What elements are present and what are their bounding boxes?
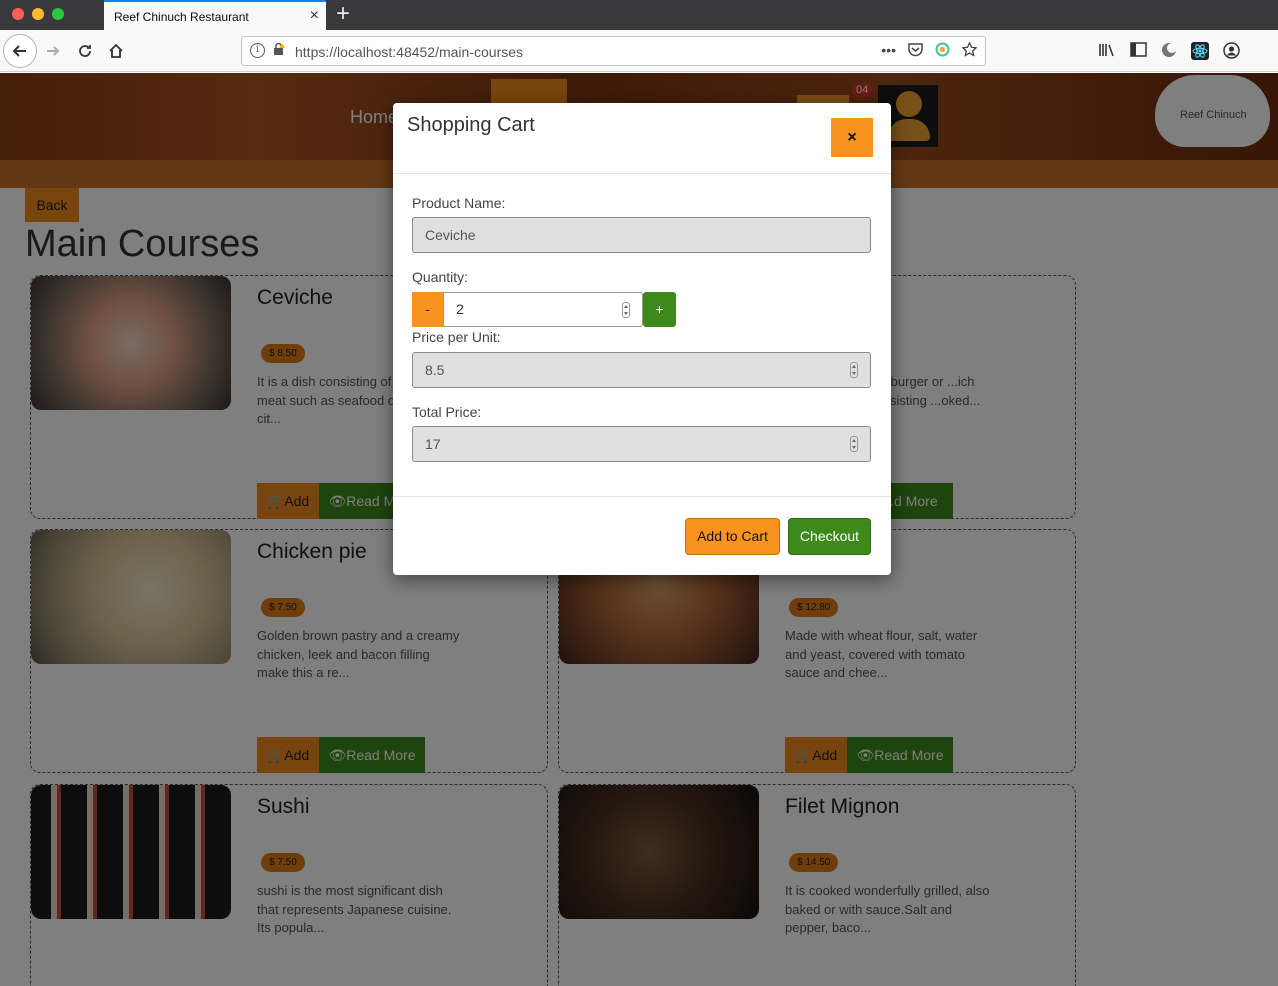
checkout-button[interactable]: Checkout bbox=[788, 518, 871, 555]
total-price-label: Total Price: bbox=[412, 404, 482, 420]
account-icon[interactable] bbox=[1223, 42, 1240, 64]
price-per-unit-value: 8.5 bbox=[425, 362, 445, 378]
close-button[interactable]: × bbox=[831, 118, 873, 157]
react-icon[interactable] bbox=[1191, 42, 1209, 64]
product-name-label: Product Name: bbox=[412, 195, 506, 211]
price-per-unit-label: Price per Unit: bbox=[412, 329, 501, 345]
tab-close-icon[interactable]: × bbox=[310, 7, 319, 25]
url-text[interactable]: https://localhost:48452/main-courses bbox=[295, 44, 523, 60]
shopping-cart-modal: Shopping Cart × Product Name: Ceviche Qu… bbox=[393, 103, 891, 575]
more-icon[interactable]: ••• bbox=[881, 42, 896, 60]
sidebar-icon[interactable] bbox=[1130, 42, 1147, 64]
lock-icon[interactable] bbox=[272, 42, 285, 59]
total-price-value: 17 bbox=[425, 436, 441, 452]
new-tab-icon[interactable]: + bbox=[336, 1, 350, 27]
modal-title: Shopping Cart bbox=[407, 114, 535, 136]
window-zoom-icon[interactable] bbox=[52, 8, 64, 20]
info-icon[interactable]: i bbox=[250, 43, 265, 58]
reload-icon[interactable] bbox=[70, 36, 100, 66]
product-name-field[interactable]: Ceviche bbox=[412, 217, 871, 253]
window-close-icon[interactable] bbox=[12, 8, 24, 20]
browser-tab[interactable]: Reef Chinuch Restaurant × bbox=[104, 0, 326, 30]
home-icon[interactable] bbox=[101, 36, 131, 66]
extension-icon[interactable] bbox=[935, 42, 950, 60]
spinner-icon[interactable] bbox=[850, 436, 858, 452]
quantity-value: 2 bbox=[456, 301, 464, 317]
browser-navbar: i https://localhost:48452/main-courses •… bbox=[0, 30, 1278, 72]
pocket-icon[interactable] bbox=[908, 42, 923, 60]
library-icon[interactable] bbox=[1098, 42, 1116, 64]
url-bar[interactable]: i https://localhost:48452/main-courses •… bbox=[241, 36, 986, 66]
price-per-unit-field[interactable]: 8.5 bbox=[412, 352, 871, 388]
browser-tabbar: Reef Chinuch Restaurant × + bbox=[0, 0, 1278, 30]
spinner-icon[interactable] bbox=[622, 302, 630, 318]
quantity-increment-button[interactable]: + bbox=[643, 292, 676, 327]
tab-title: Reef Chinuch Restaurant bbox=[114, 10, 249, 24]
moon-icon[interactable] bbox=[1161, 42, 1177, 64]
quantity-stepper[interactable]: 2 bbox=[443, 292, 643, 327]
forward-icon[interactable] bbox=[38, 36, 68, 66]
modal-footer: Add to Cart Checkout bbox=[393, 496, 891, 575]
add-to-cart-button[interactable]: Add to Cart bbox=[685, 518, 780, 555]
modal-header: Shopping Cart × bbox=[393, 103, 891, 174]
window-minimize-icon[interactable] bbox=[32, 8, 44, 20]
back-icon[interactable] bbox=[3, 34, 37, 68]
star-icon[interactable] bbox=[961, 41, 978, 60]
total-price-field[interactable]: 17 bbox=[412, 426, 871, 462]
spinner-icon[interactable] bbox=[850, 362, 858, 378]
quantity-label: Quantity: bbox=[412, 269, 469, 285]
quantity-decrement-button[interactable]: - bbox=[412, 292, 443, 327]
